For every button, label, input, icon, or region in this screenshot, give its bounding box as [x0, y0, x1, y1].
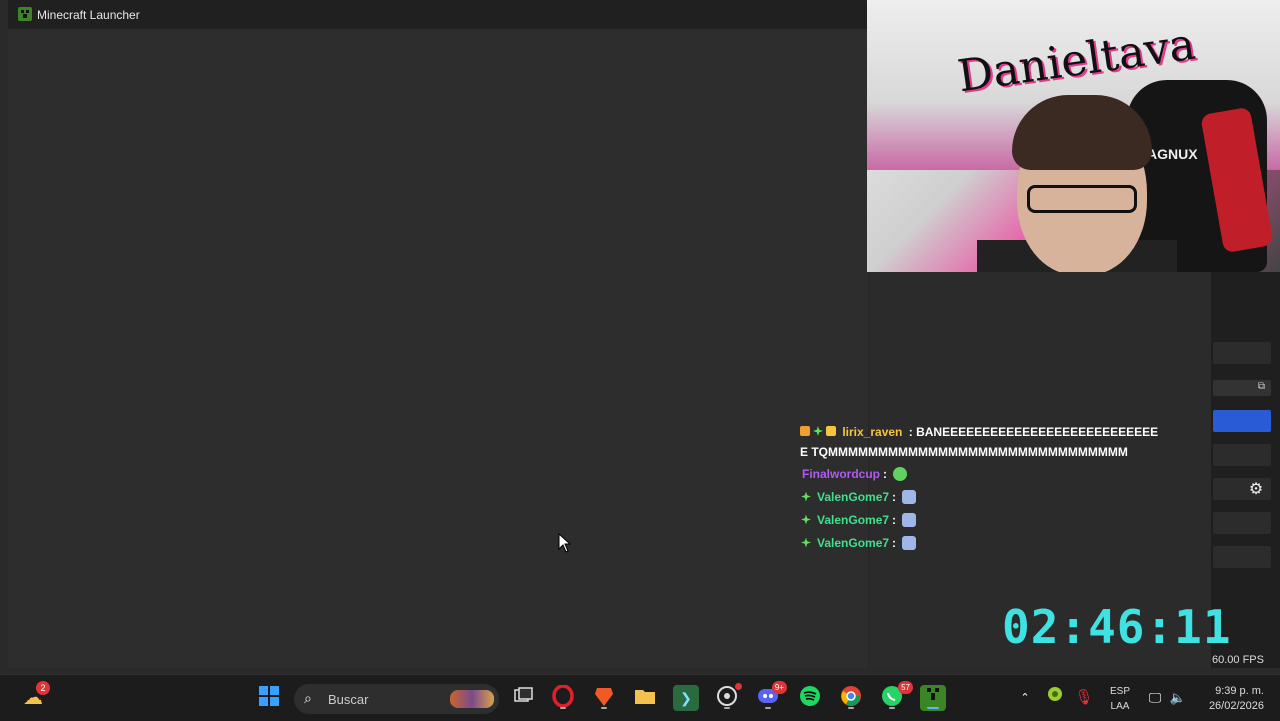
chat-separator: :: [883, 466, 887, 481]
chat-separator: :: [892, 489, 897, 504]
mouse-cursor-icon: [558, 532, 572, 558]
emote-icon: [902, 535, 917, 550]
obs-active-button[interactable]: [1213, 410, 1271, 432]
emote-icon: [902, 489, 917, 504]
chair-brand-text: AGNUX: [1147, 146, 1198, 162]
running-indicator: [724, 707, 730, 709]
taskbar: ☁ 2 ⌕ Buscar ❯ 9+ 57 ⌃ 🎙 ESP LAA 🖵 🔈 9:3…: [0, 674, 1280, 721]
recording-dot: [735, 683, 742, 690]
search-placeholder: Buscar: [328, 692, 369, 707]
keyboard-layout: LAA: [1110, 701, 1130, 712]
minecraft-launcher-taskbar-icon[interactable]: [920, 685, 946, 711]
obs-panel-button[interactable]: [1213, 342, 1271, 364]
task-view-icon[interactable]: [510, 685, 536, 711]
chat-separator: :: [892, 512, 897, 527]
obs-panel-button[interactable]: [1213, 512, 1271, 534]
gear-icon[interactable]: ⚙: [1246, 480, 1266, 500]
undock-icon[interactable]: ⧉: [1258, 381, 1265, 392]
running-indicator: [848, 707, 854, 709]
chat-message: Finalwordcup :: [800, 462, 1160, 485]
fps-counter: 60.00 FPS: [1212, 654, 1264, 666]
clock-time: 9:39 p. m.: [1215, 685, 1264, 697]
obs-studio-icon[interactable]: [714, 683, 742, 711]
discord-icon[interactable]: 9+: [755, 681, 787, 711]
chat-separator: :: [908, 425, 913, 439]
spotify-icon[interactable]: [797, 685, 823, 711]
code-editor-icon[interactable]: ❯: [673, 685, 699, 711]
show-hidden-icons-chevron-icon[interactable]: ⌃: [1012, 685, 1038, 711]
whatsapp-icon[interactable]: 57: [879, 681, 913, 711]
obs-dock-header: ⧉: [1213, 380, 1271, 396]
crown-badge-icon: [826, 426, 836, 436]
clock-date: 26/02/2026: [1208, 700, 1264, 712]
opera-browser-icon[interactable]: [550, 684, 576, 711]
tray-app-icon[interactable]: [1042, 685, 1068, 711]
chat-overlay: lirix_raven : BANEEEEEEEEEEEEEEEEEEEEEEE…: [800, 422, 1160, 554]
sparkle-badge-icon: [801, 537, 811, 548]
obs-panel-button[interactable]: [1213, 546, 1271, 568]
emote-icon: [893, 466, 907, 481]
running-indicator: [560, 707, 566, 709]
file-explorer-icon[interactable]: [632, 685, 658, 711]
weather-widget-icon[interactable]: ☁ 2: [20, 681, 50, 711]
stream-timer: 02:46:11: [1002, 600, 1232, 654]
weather-badge: 2: [36, 681, 50, 695]
webcam-overlay: Danieltava AGNUX: [867, 0, 1280, 272]
obs-panel-button[interactable]: [1213, 444, 1271, 466]
running-indicator: [601, 707, 607, 709]
chat-username: ValenGome7: [817, 512, 890, 527]
running-indicator: [889, 707, 895, 709]
running-indicator: [765, 707, 771, 709]
chat-username: Finalwordcup: [802, 466, 880, 481]
language-code: ESP: [1110, 686, 1131, 697]
minecraft-launcher-window: Minecraft Launcher: [8, 0, 869, 668]
sparkle-badge-icon: [801, 491, 811, 502]
microphone-icon[interactable]: 🎙: [1071, 685, 1097, 711]
discord-badge: 9+: [771, 681, 787, 694]
whatsapp-badge: 57: [898, 681, 913, 694]
search-icon: ⌕: [304, 690, 312, 706]
chat-separator: :: [892, 535, 897, 550]
title-bar[interactable]: Minecraft Launcher: [8, 0, 868, 29]
chat-message: ValenGome7 :: [800, 531, 1160, 554]
active-indicator: [927, 707, 939, 709]
brave-browser-icon[interactable]: [591, 685, 617, 711]
language-indicator[interactable]: ESP LAA: [1110, 684, 1130, 714]
volume-icon[interactable]: 🔈: [1165, 685, 1191, 711]
chat-username: ValenGome7: [817, 535, 890, 550]
search-box[interactable]: ⌕ Buscar: [294, 684, 499, 714]
chat-username: ValenGome7: [817, 489, 890, 504]
chat-message: ValenGome7 :: [800, 508, 1160, 531]
emote-icon: [902, 512, 917, 527]
chat-message: lirix_raven : BANEEEEEEEEEEEEEEEEEEEEEEE…: [800, 422, 1160, 462]
search-highlight-image: [450, 690, 494, 708]
window-title: Minecraft Launcher: [37, 8, 140, 22]
windows-start-icon[interactable]: [256, 685, 282, 711]
badge-icon: [800, 426, 810, 436]
sparkle-badge-icon: [813, 426, 823, 436]
chat-username: lirix_raven: [842, 425, 903, 439]
chrome-icon[interactable]: [838, 685, 864, 711]
chat-message: ValenGome7 :: [800, 485, 1160, 508]
taskbar-clock[interactable]: 9:39 p. m. 26/02/2026: [1196, 684, 1264, 714]
streamer-glasses: [1027, 185, 1137, 213]
minecraft-icon: [18, 7, 32, 21]
sparkle-badge-icon: [801, 514, 811, 525]
